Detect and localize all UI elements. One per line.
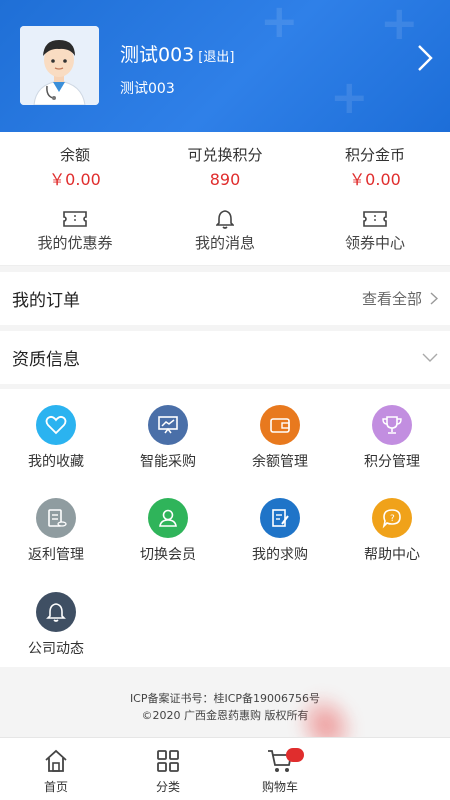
- tab-label: 首页: [43, 780, 68, 794]
- grid-label: 切换会员: [140, 547, 196, 563]
- tab-label: 分类: [155, 780, 180, 794]
- user-switch-icon: [148, 498, 188, 538]
- stat-value: 890: [209, 170, 241, 189]
- tab-home[interactable]: 首页: [0, 746, 112, 795]
- orders-title: 我的订单: [12, 291, 80, 311]
- icp-line: ICP备案证书号：桂ICP备19006756号: [129, 692, 321, 705]
- cross-pattern: +: [380, 0, 419, 50]
- grid-label: 智能采购: [140, 454, 196, 470]
- my-messages-link[interactable]: 我的消息: [150, 206, 300, 254]
- cross-pattern: +: [330, 70, 369, 124]
- qualification-row[interactable]: 资质信息: [0, 331, 450, 384]
- stat-value: ￥0.00: [49, 170, 101, 189]
- chevron-right-icon: [430, 292, 438, 305]
- user-subtitle: 测试003: [120, 81, 175, 97]
- stat-coins[interactable]: 积分金币 ￥0.00: [300, 144, 450, 194]
- my-coupons-link[interactable]: 我的优惠券: [0, 206, 150, 254]
- tab-cart[interactable]: 购物车: [224, 746, 336, 795]
- stat-label: 可兑换积分: [187, 146, 263, 164]
- tab-label: 购物车: [261, 780, 298, 794]
- username: 测试003 [退出]: [120, 40, 234, 67]
- grid-label: 公司动态: [28, 641, 84, 657]
- avatar[interactable]: [20, 26, 99, 105]
- grid-item-help[interactable]: ? 帮助中心: [336, 498, 448, 564]
- ticket-icon: [63, 211, 87, 227]
- heart-icon: [36, 405, 76, 445]
- svg-text:?: ?: [390, 514, 395, 524]
- grid-item-points[interactable]: 积分管理: [336, 405, 448, 471]
- logout-link[interactable]: [退出]: [198, 50, 234, 65]
- cart-badge: [286, 748, 304, 762]
- cross-pattern: +: [260, 0, 299, 48]
- coupon-center-link[interactable]: 领券中心: [300, 206, 450, 254]
- copyright-line: ©2020 广西金恩药惠购 版权所有: [141, 709, 309, 722]
- grid-item-switch-member[interactable]: 切换会员: [112, 498, 224, 564]
- chart-board-icon: [148, 405, 188, 445]
- username-text: 测试003: [120, 44, 195, 66]
- bell-icon: [216, 210, 234, 229]
- bottom-tabbar: 首页 分类 购物车: [0, 737, 450, 800]
- grid-item-smart-purchase[interactable]: 智能采购: [112, 405, 224, 471]
- quick-link-label: 领券中心: [344, 234, 405, 252]
- stat-value: ￥0.00: [349, 170, 401, 189]
- help-chat-icon: ?: [372, 498, 412, 538]
- edit-document-icon: [260, 498, 300, 538]
- grid-label: 我的求购: [252, 547, 308, 563]
- grid-label: 我的收藏: [28, 454, 84, 470]
- grid-item-rebate[interactable]: 返利管理: [0, 498, 112, 564]
- profile-header[interactable]: + + + 测试003 [退出] 测试003: [0, 0, 450, 132]
- view-all-orders-link[interactable]: 查看全部: [362, 288, 422, 309]
- function-grid: 我的收藏 智能采购 余额管理 积分管理 返利管理 切换会员 我的求购 ? 帮助中…: [0, 389, 450, 667]
- chevron-right-icon[interactable]: [416, 44, 434, 72]
- clipboard-coins-icon: [36, 498, 76, 538]
- grid-label: 帮助中心: [364, 547, 420, 563]
- ticket-icon: [363, 211, 387, 227]
- doctor-avatar-icon: [20, 26, 99, 105]
- account-summary: 余额 ￥0.00 可兑换积分 890 积分金币 ￥0.00 我的优惠券 我的消息: [0, 132, 450, 266]
- grid-item-balance[interactable]: 余额管理: [224, 405, 336, 471]
- footer-info: ICP备案证书号：桂ICP备19006756号 ©2020 广西金恩药惠购 版权…: [0, 690, 450, 724]
- grid-icon: [157, 750, 179, 772]
- grid-item-my-requests[interactable]: 我的求购: [224, 498, 336, 564]
- stat-label: 余额: [59, 146, 90, 164]
- stat-label: 积分金币: [344, 146, 405, 164]
- wallet-icon: [260, 405, 300, 445]
- orders-row[interactable]: 我的订单 查看全部: [0, 272, 450, 325]
- bell-icon: [36, 592, 76, 632]
- quick-link-label: 我的消息: [194, 234, 255, 252]
- stat-points[interactable]: 可兑换积分 890: [150, 144, 300, 194]
- home-icon: [45, 749, 67, 772]
- grid-label: 余额管理: [252, 454, 308, 470]
- grid-item-news[interactable]: 公司动态: [0, 592, 112, 658]
- stat-balance[interactable]: 余额 ￥0.00: [0, 144, 150, 194]
- tab-category[interactable]: 分类: [112, 746, 224, 795]
- quick-link-label: 我的优惠券: [37, 234, 113, 252]
- grid-label: 返利管理: [28, 547, 84, 563]
- trophy-icon: [372, 405, 412, 445]
- qualification-title: 资质信息: [12, 350, 80, 370]
- grid-item-favorites[interactable]: 我的收藏: [0, 405, 112, 471]
- grid-label: 积分管理: [364, 454, 420, 470]
- chevron-down-icon[interactable]: [422, 353, 438, 363]
